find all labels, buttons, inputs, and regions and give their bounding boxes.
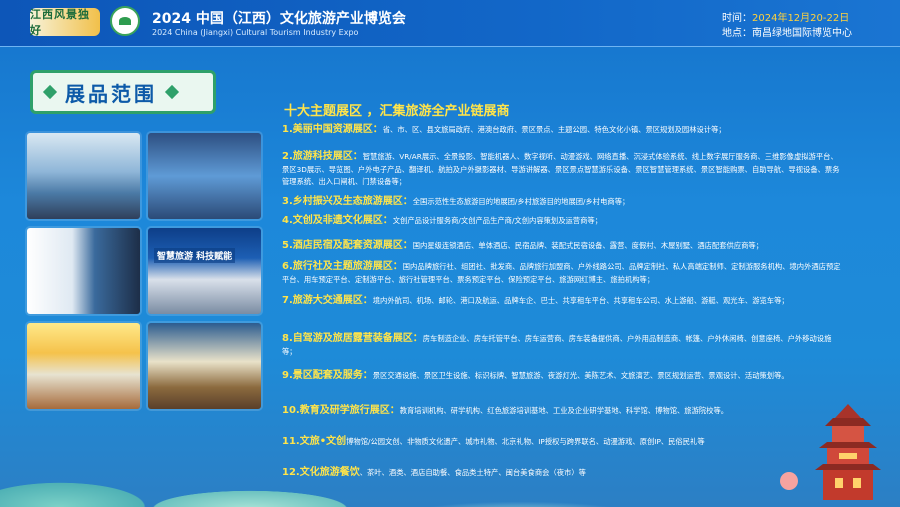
exhibit-area-item: 8.自驾游及旅居露营装备展区：房车制造企业、房车托管平台、房车运营商、房车装备提… [282,333,832,356]
section-badge-title: 展品范围 [65,81,157,106]
exhibit-photo-1 [27,133,140,219]
expo-meta: 时间：2024年12月20-22日 地点：南昌绿地国际博览中心 [722,11,852,41]
section-badge: 展品范围 [30,70,216,114]
exhibit-area-item: 3.乡村振兴及生态旅游展区：全国示范性生态旅游目的地展团/乡村旅游目的地展团/乡… [282,196,630,207]
expo-title-english: 2024 China (Jiangxi) Cultural Tourism In… [152,28,359,37]
expo-time-value: 2024年12月20-22日 [752,13,850,24]
exhibit-area-item: 4.文创及非遗文化展区：文创产品设计服务商/文创产品生产商/文创内容策划及运营商… [282,215,602,226]
pavilion-tower-icon [815,404,881,500]
expo-place-value: 南昌绿地国际博览中心 [752,28,852,39]
exhibition-main-title: 十大主题展区 ，汇集旅游全产业链展商 [284,104,510,119]
header-bar: 江西风景独好 2024 中国（江西）文化旅游产业博览会 2024 China (… [0,0,900,47]
exhibit-area-item: 9.景区配套及服务：景区交通设施、景区卫生设施、标识标牌、智慧旅游、夜游灯光、美… [282,370,789,381]
diamond-left-icon [42,84,58,100]
exhibit-photo-6 [148,323,261,409]
sun-decoration [780,472,798,490]
exhibit-area-item: 7.旅游大交通展区：境内外航司、机场、邮轮、港口及航运、品牌车企、巴士、共享租车… [282,295,789,306]
exhibit-photo-5 [27,323,140,409]
exhibit-photo-2 [148,133,261,219]
expo-emblem-icon [110,6,140,36]
jiangxi-logo: 江西风景独好 [30,8,100,37]
exhibit-photo-3 [27,228,140,314]
exhibit-area-item: 1.美丽中国资源展区：省、市、区、县文旅局政府、港澳台政府、景区景点、主题公园、… [282,124,726,135]
expo-place: 地点：南昌绿地国际博览中心 [722,28,852,39]
exhibit-area-item: 11.文旅•文创博物馆/公园文创、非物质文化遗产、城市礼物、北京礼物、IP授权与… [282,436,705,447]
logo-text: 江西风景独好 [30,8,90,37]
exhibit-photo-4: 智慧旅游 科技赋能 [148,228,261,314]
exhibit-area-item: 2.旅游科技展区：智慧旅游、VR/AR展示、全景投影、智能机器人、数字视听、动漫… [282,151,840,186]
exhibit-area-item: 10.教育及研学旅行展区：教育培训机构、研学机构、红色旅游培训基地、工业及企业研… [282,405,729,416]
expo-time: 时间：2024年12月20-22日 [722,13,850,24]
exhibit-area-item: 12.文化旅游餐饮、茶叶、酒类、酒店自助餐、食品类土特产、闽台美食商会（夜市）等 [282,467,586,478]
diamond-right-icon [164,84,180,100]
expo-title: 2024 中国（江西）文化旅游产业博览会 [152,11,406,27]
exhibit-area-item: 5.酒店民宿及配套资源展区：国内星级连锁酒店、单体酒店、民宿品牌、装配式民宿设备… [282,240,764,251]
exhibit-area-item: 6.旅行社及主题旅游展区：国内品牌旅行社、组团社、批发商、品牌旅行加盟商、户外线… [282,261,841,284]
photo-caption: 智慧旅游 科技赋能 [154,248,236,263]
